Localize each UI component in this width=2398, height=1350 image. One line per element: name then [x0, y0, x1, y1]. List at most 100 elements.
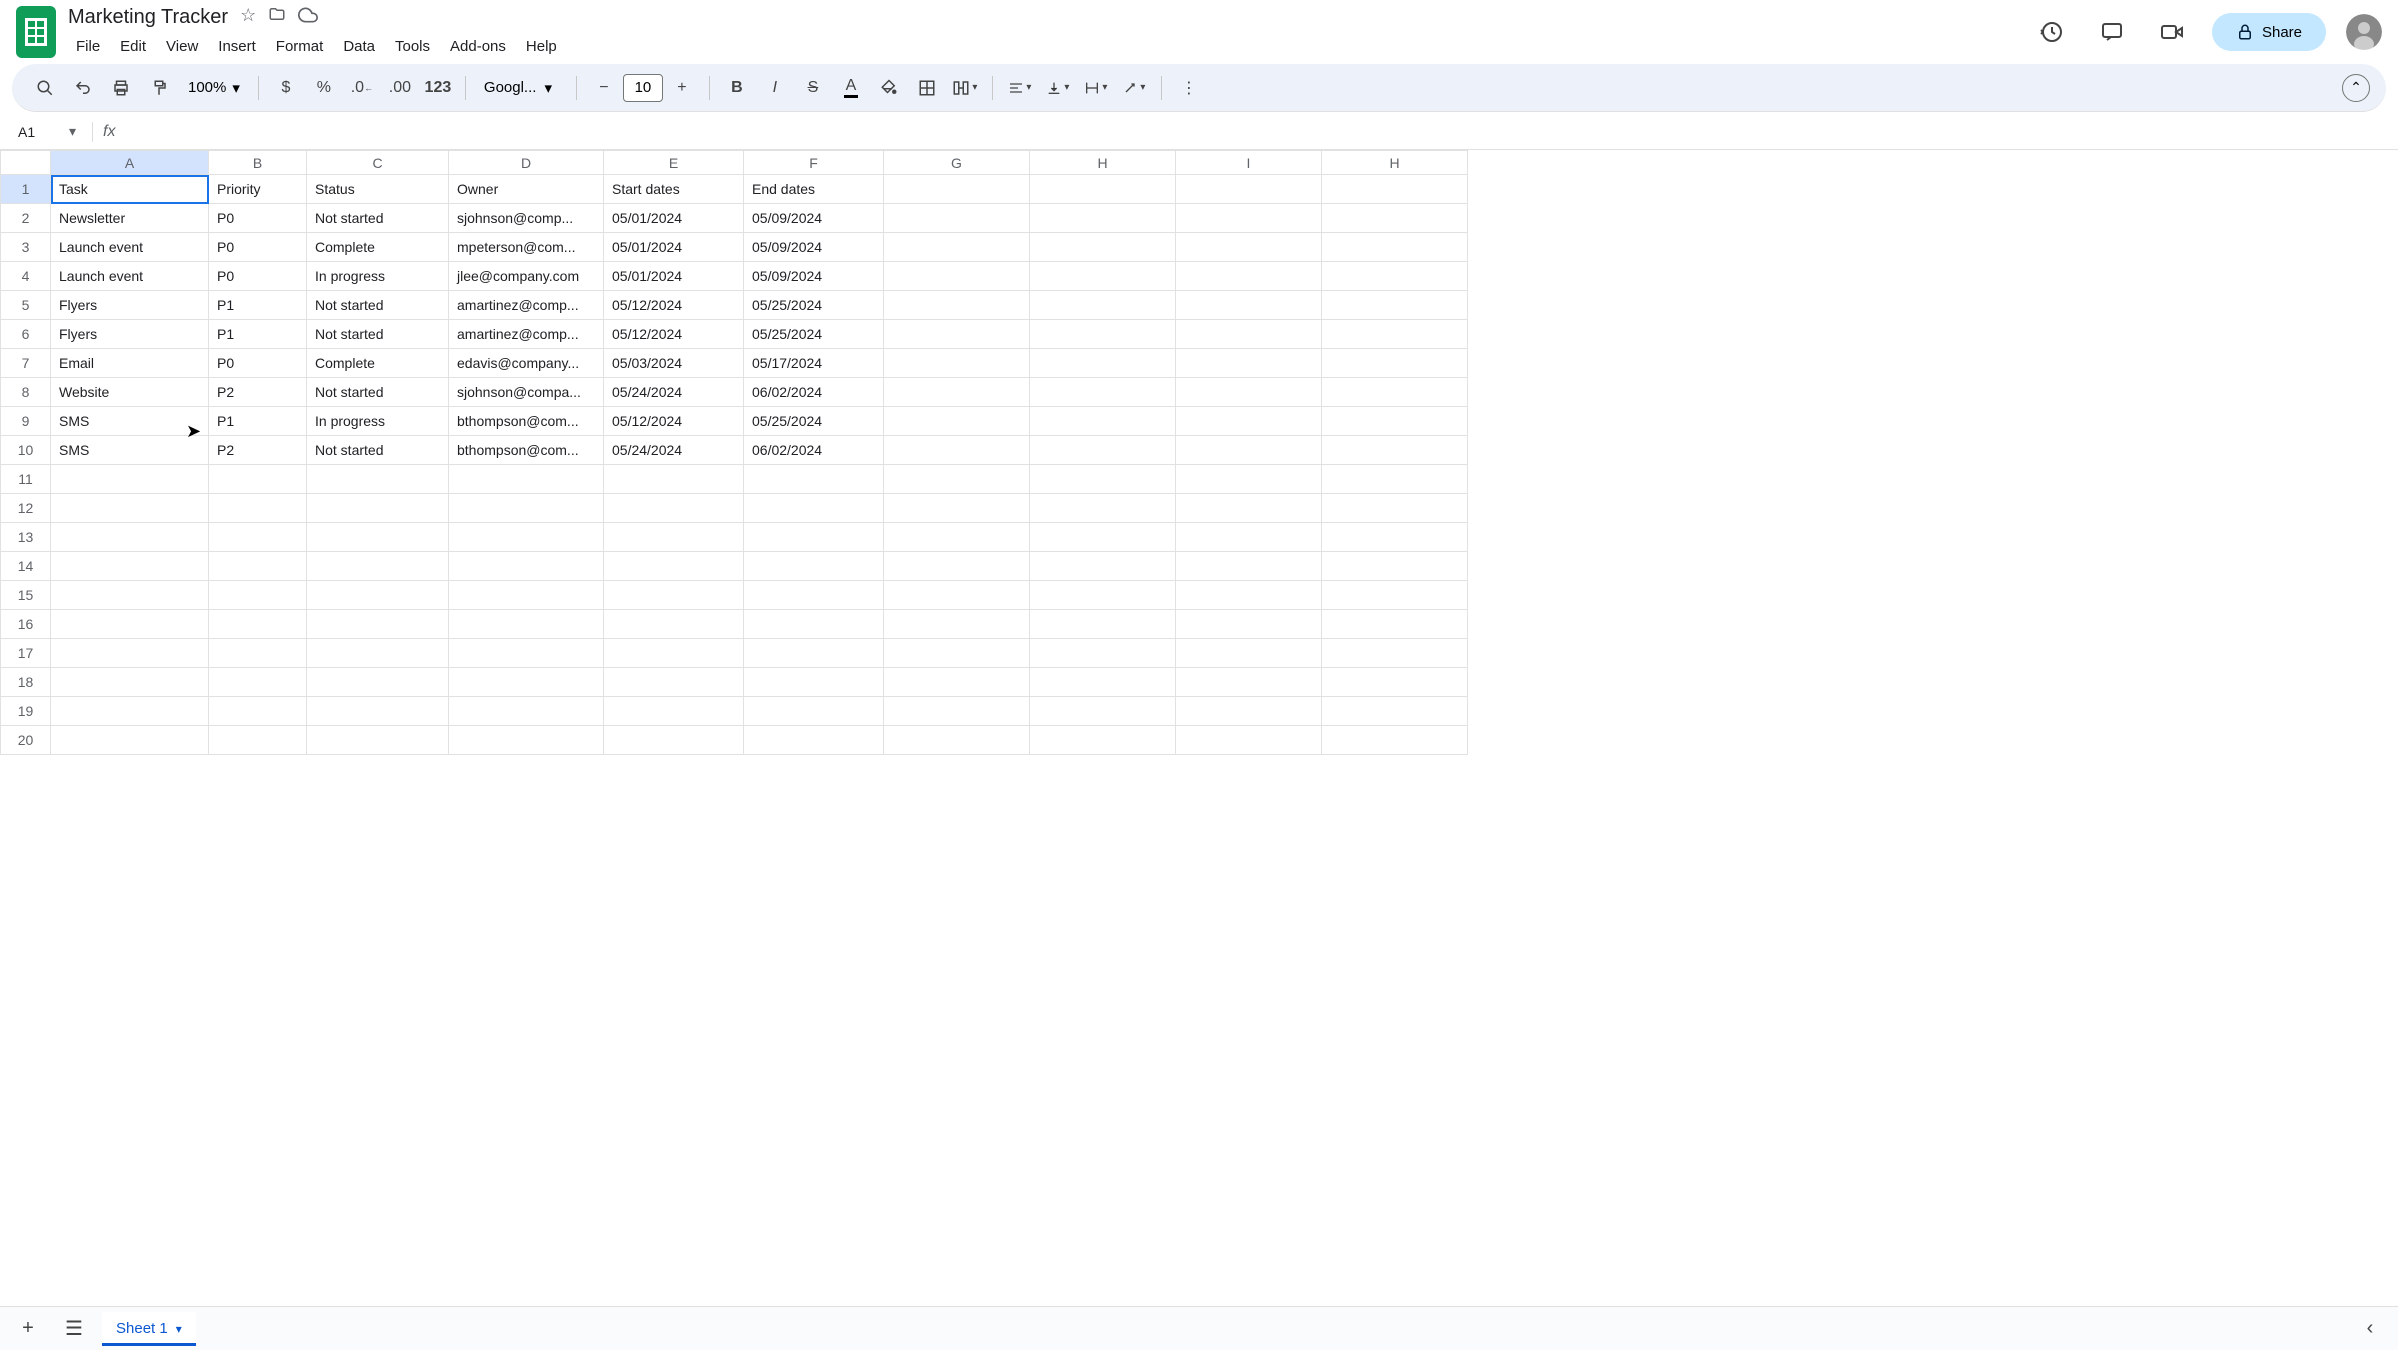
- cell[interactable]: [1030, 668, 1176, 697]
- cell[interactable]: [1176, 610, 1322, 639]
- cell[interactable]: 05/09/2024: [744, 204, 884, 233]
- font-size-input[interactable]: [623, 74, 663, 102]
- column-header-A[interactable]: A: [51, 151, 209, 175]
- cell[interactable]: [449, 465, 604, 494]
- cell[interactable]: jlee@company.com: [449, 262, 604, 291]
- paint-format-icon[interactable]: [142, 71, 176, 105]
- cell[interactable]: 05/12/2024: [604, 291, 744, 320]
- cell[interactable]: [744, 639, 884, 668]
- select-all-cell[interactable]: [1, 151, 51, 175]
- row-header[interactable]: 7: [1, 349, 51, 378]
- sheet-tab[interactable]: Sheet 1 ▾: [102, 1312, 196, 1345]
- cell[interactable]: [1030, 407, 1176, 436]
- cell[interactable]: [51, 639, 209, 668]
- cell[interactable]: P2: [209, 378, 307, 407]
- row-header[interactable]: 5: [1, 291, 51, 320]
- cell[interactable]: [1322, 668, 1468, 697]
- column-header-F[interactable]: F: [744, 151, 884, 175]
- column-header-B[interactable]: B: [209, 151, 307, 175]
- row-header[interactable]: 9: [1, 407, 51, 436]
- cell[interactable]: 06/02/2024: [744, 378, 884, 407]
- percent-icon[interactable]: %: [307, 71, 341, 105]
- cell[interactable]: Flyers: [51, 291, 209, 320]
- cell[interactable]: Website: [51, 378, 209, 407]
- cell[interactable]: [307, 523, 449, 552]
- column-header-D[interactable]: D: [449, 151, 604, 175]
- cell[interactable]: [1030, 291, 1176, 320]
- cell[interactable]: [604, 552, 744, 581]
- cell[interactable]: [209, 639, 307, 668]
- more-formats-icon[interactable]: 123: [421, 71, 455, 105]
- cell[interactable]: [744, 523, 884, 552]
- add-sheet-icon[interactable]: +: [10, 1311, 46, 1347]
- cell[interactable]: 05/25/2024: [744, 291, 884, 320]
- cell[interactable]: P1: [209, 291, 307, 320]
- cell[interactable]: [744, 610, 884, 639]
- cell[interactable]: [1176, 233, 1322, 262]
- meet-icon[interactable]: [2152, 12, 2192, 52]
- cell[interactable]: [449, 610, 604, 639]
- cell[interactable]: [884, 291, 1030, 320]
- cell[interactable]: Launch event: [51, 262, 209, 291]
- text-color-icon[interactable]: A: [834, 71, 868, 105]
- cell[interactable]: [744, 494, 884, 523]
- cell[interactable]: [1030, 378, 1176, 407]
- bold-icon[interactable]: B: [720, 71, 754, 105]
- cell[interactable]: [307, 552, 449, 581]
- cell[interactable]: [209, 552, 307, 581]
- cell[interactable]: [1322, 436, 1468, 465]
- cell[interactable]: [1176, 639, 1322, 668]
- cell[interactable]: [51, 552, 209, 581]
- cell[interactable]: Not started: [307, 378, 449, 407]
- cell[interactable]: [1176, 204, 1322, 233]
- cell[interactable]: [744, 726, 884, 755]
- cell[interactable]: In progress: [307, 262, 449, 291]
- cell[interactable]: [884, 378, 1030, 407]
- cell[interactable]: [1322, 523, 1468, 552]
- cell[interactable]: [1030, 552, 1176, 581]
- cell[interactable]: [1322, 726, 1468, 755]
- cell[interactable]: [51, 465, 209, 494]
- column-header-E[interactable]: E: [604, 151, 744, 175]
- star-icon[interactable]: ☆: [240, 5, 256, 30]
- cell[interactable]: [449, 494, 604, 523]
- cell[interactable]: [1030, 233, 1176, 262]
- cell[interactable]: [884, 494, 1030, 523]
- cell[interactable]: [51, 697, 209, 726]
- cell[interactable]: [1176, 465, 1322, 494]
- cell[interactable]: [1322, 349, 1468, 378]
- cell[interactable]: [449, 697, 604, 726]
- cell[interactable]: [1322, 320, 1468, 349]
- cell[interactable]: 05/12/2024: [604, 407, 744, 436]
- column-header-G[interactable]: G: [884, 151, 1030, 175]
- cell[interactable]: [1176, 552, 1322, 581]
- zoom-dropdown[interactable]: 100%▾: [180, 75, 248, 101]
- cell[interactable]: [1322, 465, 1468, 494]
- cell[interactable]: 05/24/2024: [604, 378, 744, 407]
- share-button[interactable]: Share: [2212, 13, 2326, 51]
- cell[interactable]: Newsletter: [51, 204, 209, 233]
- cell[interactable]: [884, 465, 1030, 494]
- cell[interactable]: [1176, 320, 1322, 349]
- cell[interactable]: [1030, 349, 1176, 378]
- cell[interactable]: [884, 610, 1030, 639]
- comments-icon[interactable]: [2092, 12, 2132, 52]
- row-header[interactable]: 2: [1, 204, 51, 233]
- cell[interactable]: Email: [51, 349, 209, 378]
- cell[interactable]: Not started: [307, 204, 449, 233]
- cell[interactable]: [209, 610, 307, 639]
- account-avatar[interactable]: [2346, 14, 2382, 50]
- cell[interactable]: Complete: [307, 349, 449, 378]
- column-header-H[interactable]: H: [1030, 151, 1176, 175]
- cell[interactable]: [604, 523, 744, 552]
- cell[interactable]: [1030, 726, 1176, 755]
- row-header[interactable]: 15: [1, 581, 51, 610]
- decrease-font-icon[interactable]: −: [587, 71, 621, 105]
- cell[interactable]: 05/12/2024: [604, 320, 744, 349]
- cell[interactable]: [307, 639, 449, 668]
- cell[interactable]: [1176, 581, 1322, 610]
- cell[interactable]: [209, 697, 307, 726]
- cell[interactable]: [1322, 291, 1468, 320]
- fill-color-icon[interactable]: [872, 71, 906, 105]
- menu-add-ons[interactable]: Add-ons: [442, 34, 514, 59]
